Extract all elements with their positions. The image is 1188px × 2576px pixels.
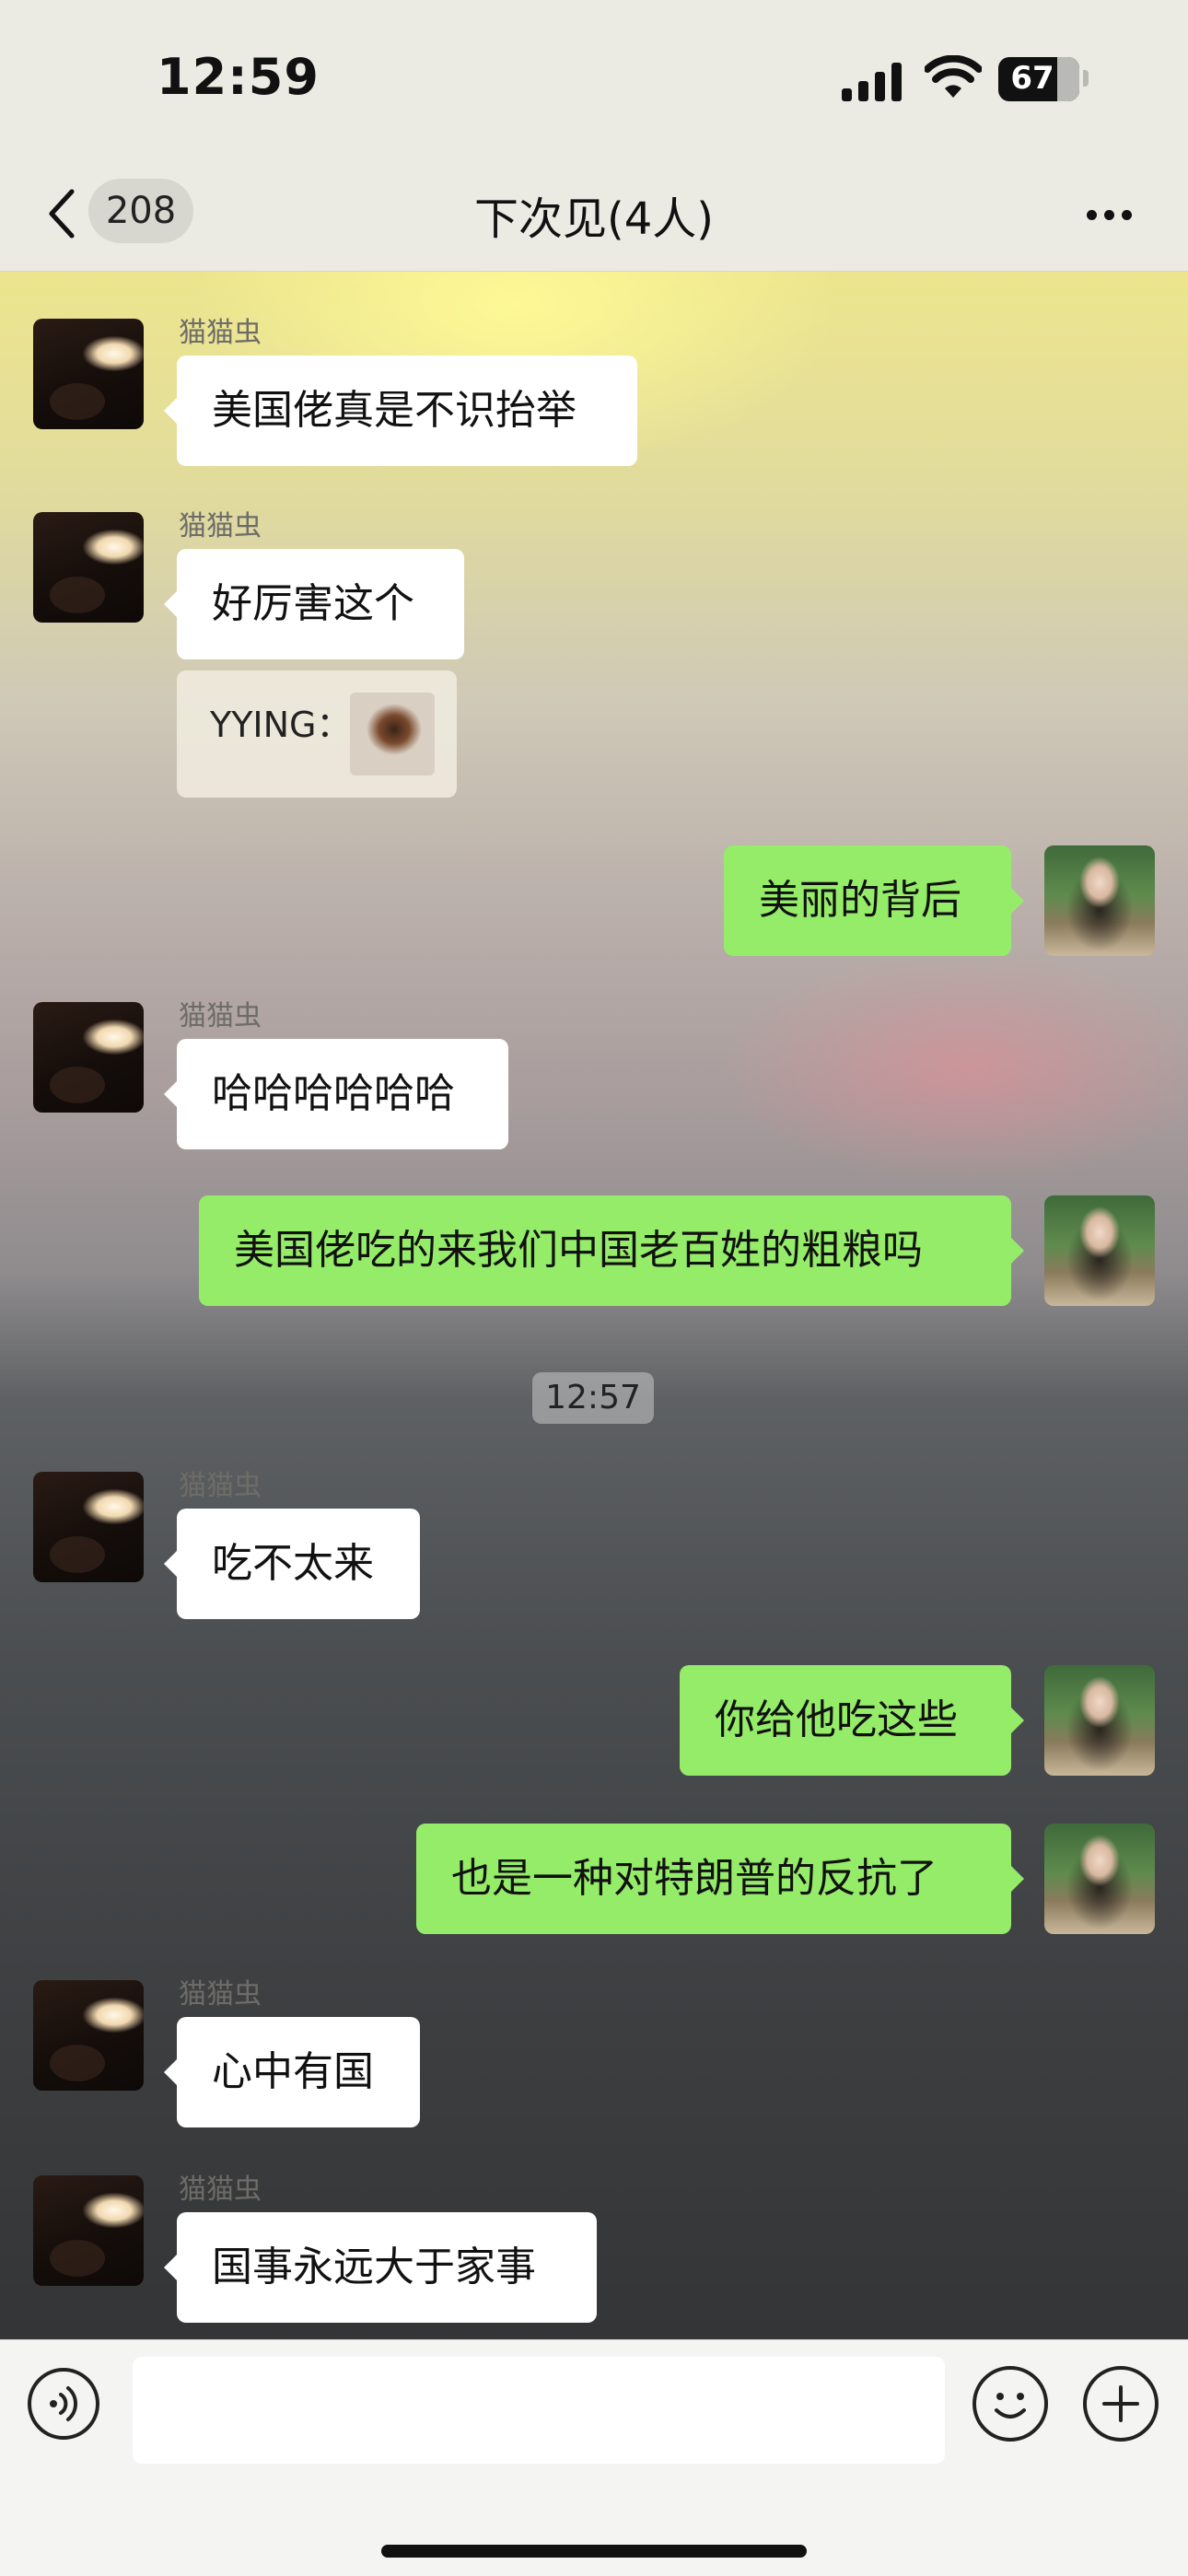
sender-name: 猫猫虫 [179,1000,262,1032]
message-bubble-incoming[interactable]: 心中有国 [164,2017,420,2127]
avatar[interactable] [33,1002,144,1113]
message-bubble-outgoing[interactable]: 美丽的背后 [724,845,1024,956]
avatar[interactable] [1044,1665,1155,1776]
sender-name: 猫猫虫 [179,510,262,542]
message-bubble-outgoing[interactable]: 美国佬吃的来我们中国老百姓的粗粮吗 [199,1195,1024,1306]
avatar[interactable] [1044,1824,1155,1934]
sender-name: 猫猫虫 [179,2174,262,2206]
sender-name: 猫猫虫 [179,1470,262,1502]
sender-name: 猫猫虫 [179,1978,262,2011]
input-bar [0,2339,1188,2576]
message-bubble-outgoing[interactable]: 也是一种对特朗普的反抗了 [416,1824,1024,1934]
chat-timestamp: 12:57 [532,1372,654,1424]
avatar[interactable] [33,1980,144,2091]
signal-icon [842,59,904,101]
message-input[interactable] [133,2357,945,2464]
message-bubble-incoming[interactable]: 美国佬真是不识抬举 [164,356,637,466]
more-icon[interactable] [1087,206,1139,224]
plus-icon[interactable] [1083,2366,1159,2442]
voice-icon[interactable] [28,2368,99,2440]
sender-name: 猫猫虫 [179,317,262,349]
battery-icon: 67 [998,57,1079,101]
avatar[interactable] [33,319,144,429]
home-indicator[interactable] [381,2545,807,2558]
avatar[interactable] [1044,1195,1155,1306]
message-bubble-incoming[interactable]: 哈哈哈哈哈哈 [164,1039,508,1149]
battery-percent: 67 [1010,60,1054,97]
battery-cap [1083,70,1089,87]
avatar[interactable] [33,512,144,623]
status-bar: 12:59 67 [0,0,1188,157]
avatar[interactable] [33,1472,144,1582]
avatar[interactable] [33,2175,144,2286]
status-time: 12:59 [157,48,320,106]
quoted-reply[interactable]: YYING： [177,670,457,798]
wifi-icon [925,55,982,98]
quote-text: YYING： [210,705,352,745]
emoji-icon[interactable] [973,2366,1048,2442]
message-bubble-incoming[interactable]: 国事永远大于家事 [164,2212,597,2323]
chat-title: 下次见(4人) [474,193,714,245]
chat-header: 208 下次见(4人) [0,157,1188,272]
avatar[interactable] [1044,845,1155,956]
message-bubble-outgoing[interactable]: 你给他吃这些 [680,1665,1024,1776]
message-bubble-incoming[interactable]: 吃不太来 [164,1509,420,1619]
quote-thumbnail[interactable] [350,693,435,775]
message-bubble-incoming[interactable]: 好厉害这个 [164,549,464,659]
